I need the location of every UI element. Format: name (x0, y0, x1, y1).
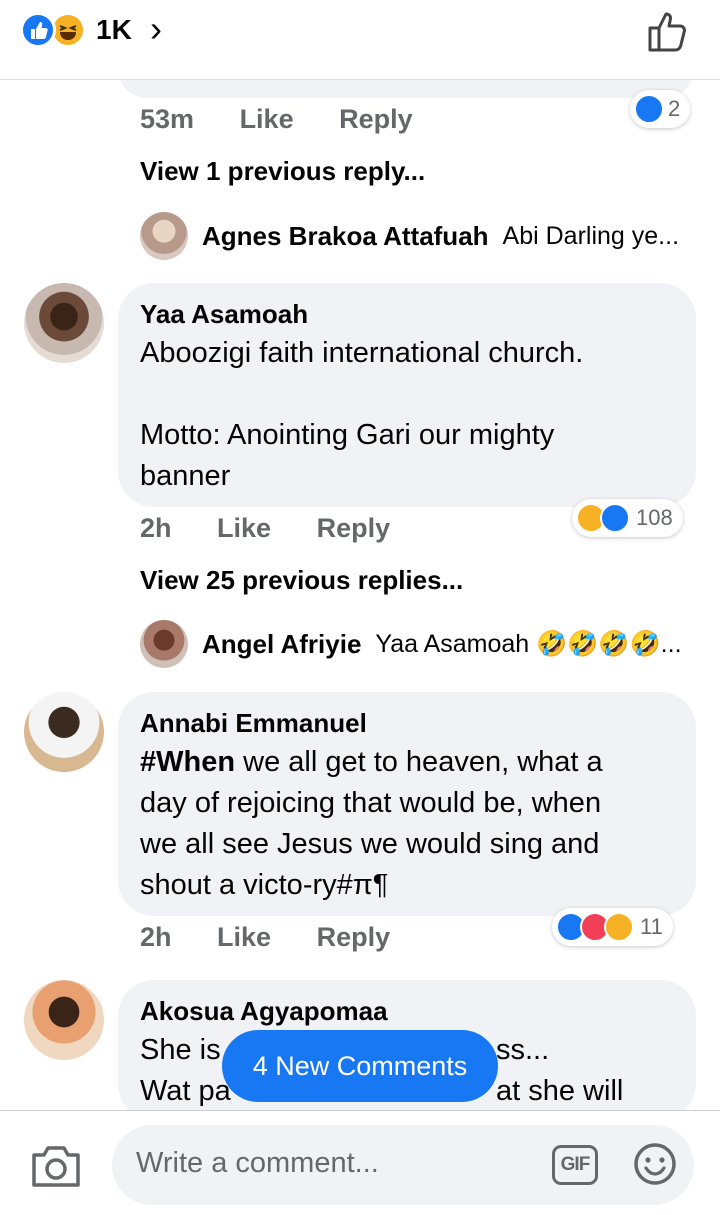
like-button[interactable]: Like (240, 104, 294, 134)
reactions-header: 1K › (0, 0, 720, 80)
reply-button[interactable]: Reply (339, 104, 413, 134)
comment-reactions[interactable]: 108 (572, 499, 683, 537)
comment-reactions[interactable]: 2 (630, 90, 691, 128)
comment-text: Aboozigi faith international church. Mot… (140, 333, 583, 497)
comment-time: 2h (140, 922, 172, 952)
avatar[interactable] (24, 283, 104, 363)
comment-line (140, 374, 583, 415)
comment-meta: 2h Like Reply (140, 922, 428, 953)
comment-author[interactable]: Yaa Asamoah (140, 299, 308, 330)
comment-author[interactable]: Annabi Emmanuel (140, 708, 367, 739)
like-button[interactable]: Like (217, 513, 271, 543)
reply-author[interactable]: Agnes Brakoa Attafuah (202, 221, 489, 252)
comment-line: Aboozigi faith international church. (140, 337, 584, 369)
reaction-count: 11 (640, 914, 663, 939)
reaction-total[interactable]: 1K (96, 14, 132, 46)
comment-line: we all see Jesus we would sing and (140, 828, 600, 860)
like-icon (634, 94, 664, 124)
reply-author[interactable]: Angel Afriyie (202, 629, 361, 660)
hashtag[interactable]: #When (140, 746, 235, 778)
comment-line: She is (140, 1034, 221, 1066)
avatar[interactable] (140, 620, 188, 668)
thumbs-up-outline-icon[interactable] (644, 8, 692, 56)
reply-button[interactable]: Reply (317, 513, 391, 543)
comment-time: 53m (140, 104, 195, 134)
comment-time: 2h (140, 513, 172, 543)
comment-author[interactable]: Akosua Agyapomaa (140, 996, 388, 1027)
avatar[interactable] (24, 692, 104, 772)
comment-line: day of rejoicing that would be, when (140, 787, 602, 819)
comment-meta: 53m Like Reply (140, 104, 451, 135)
comment-composer: Write a comment... GIF (0, 1110, 720, 1215)
comment-bubble[interactable]: Yaa Asamoah Aboozigi faith international… (118, 283, 696, 507)
comment-reactions[interactable]: 11 (552, 908, 673, 946)
reaction-count: 108 (636, 505, 673, 530)
like-icon (600, 503, 630, 533)
reply-text: Abi Darling ye... (502, 221, 680, 250)
latest-reply[interactable]: Angel Afriyie Yaa Asamoah 🤣🤣🤣🤣... (140, 620, 682, 668)
comment-line: banner (140, 460, 231, 492)
latest-reply[interactable]: Agnes Brakoa Attafuah Abi Darling ye... (140, 212, 679, 260)
comment-placeholder: Write a comment... (136, 1147, 379, 1179)
comment-text: #When we all get to heaven, what a day o… (140, 742, 603, 906)
avatar[interactable] (140, 212, 188, 260)
comment-line: we all get to heaven, what a (235, 746, 603, 778)
comment-line: ss... (496, 1034, 550, 1066)
new-comments-button[interactable]: 4 New Comments (222, 1030, 498, 1102)
emoji-icon[interactable] (632, 1141, 678, 1187)
view-previous-replies[interactable]: View 25 previous replies... (140, 565, 463, 596)
reaction-count: 2 (668, 96, 681, 121)
comment-line: Wat pa (140, 1075, 231, 1107)
comment-line: Motto: Anointing Gari our mighty (140, 419, 555, 451)
avatar[interactable] (24, 980, 104, 1060)
like-button[interactable]: Like (217, 922, 271, 952)
comment-meta: 2h Like Reply (140, 513, 428, 544)
comment-line: shout a victo-ry#π¶ (140, 869, 389, 901)
comment-line: at she will (496, 1075, 624, 1107)
haha-icon (604, 912, 634, 942)
comment-bubble[interactable]: Annabi Emmanuel #When we all get to heav… (118, 692, 696, 916)
reply-text: Yaa Asamoah 🤣🤣🤣🤣... (375, 629, 682, 658)
like-reaction-icon[interactable] (20, 12, 56, 48)
gif-button[interactable]: GIF (552, 1145, 598, 1185)
view-previous-replies[interactable]: View 1 previous reply... (140, 156, 425, 187)
reply-button[interactable]: Reply (317, 922, 391, 952)
comment-input[interactable]: Write a comment... GIF (112, 1125, 694, 1205)
camera-icon[interactable] (30, 1143, 82, 1189)
chevron-right-icon[interactable]: › (150, 8, 162, 50)
